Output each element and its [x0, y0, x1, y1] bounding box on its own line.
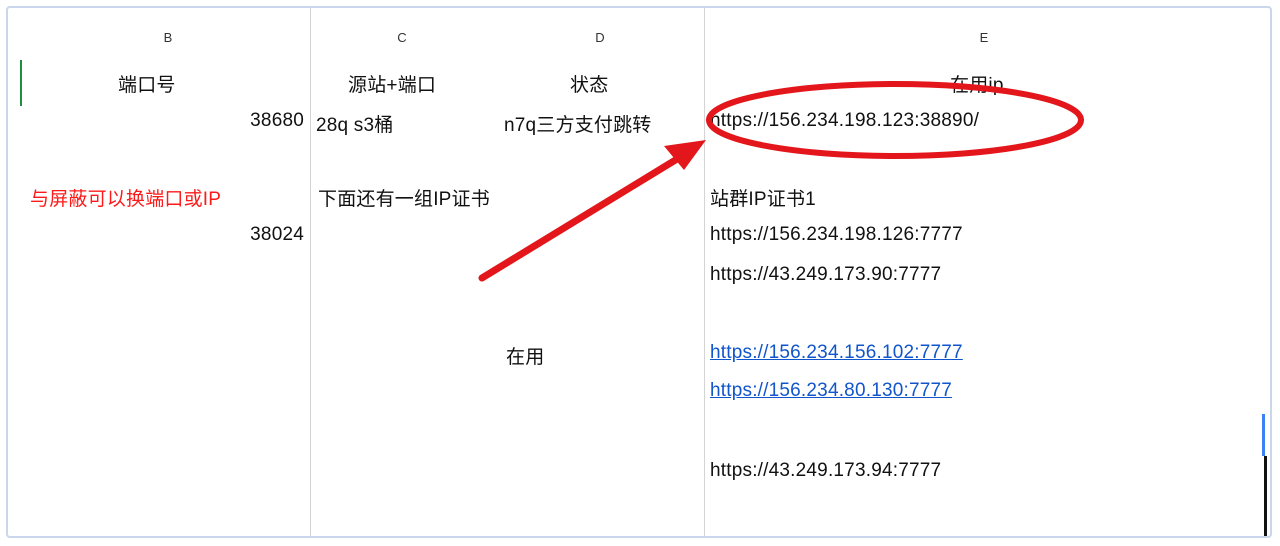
red-ellipse-annotation: [706, 81, 1084, 159]
annotation-overlay: [478, 81, 1084, 282]
red-arrow-shaft: [478, 152, 686, 282]
